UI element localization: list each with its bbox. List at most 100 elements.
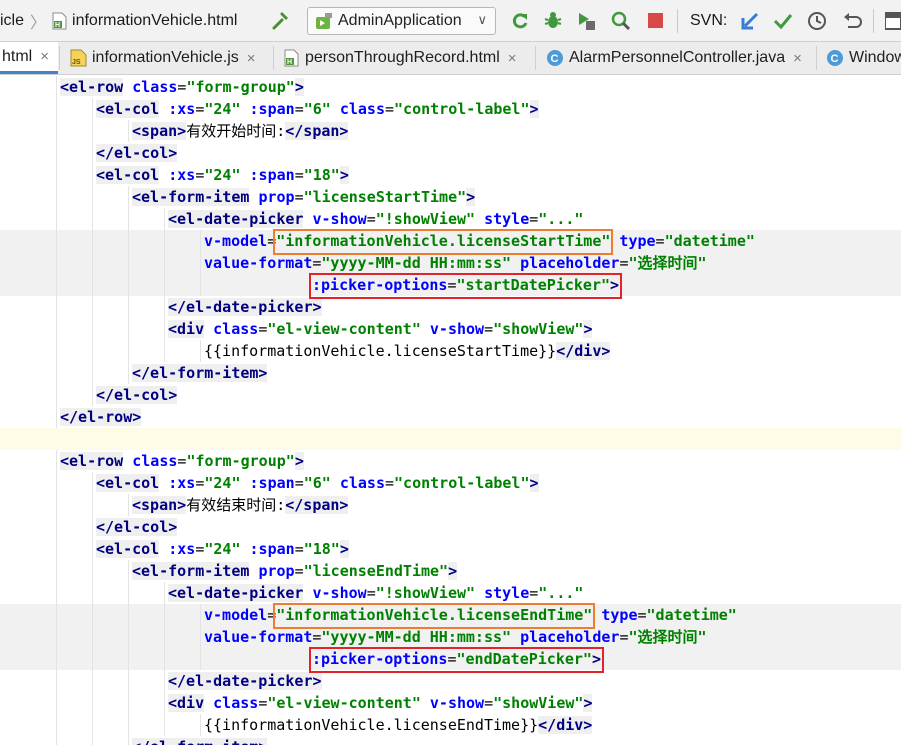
tab-window[interactable]: C Window [826,42,901,74]
indent-guide [56,516,57,538]
indent-guide [92,472,93,494]
code-line[interactable]: {{informationVehicle.licenseEndTime}}</d… [0,714,901,736]
code-line[interactable]: <el-col :xs="24" :span="18"> [0,164,901,186]
code-token: v-show [312,584,367,602]
code-token: = [529,584,539,602]
indent-guide [164,296,165,318]
code-line[interactable]: <el-col :xs="24" :span="6" class="contro… [0,472,901,494]
indent-guide [128,362,129,384]
tab-alarmpersonnelcontroller-java[interactable]: C AlarmPersonnelController.java × [546,42,802,74]
code-line[interactable] [0,428,901,450]
java-class-icon: C [827,50,843,66]
hammer-build-icon[interactable] [271,11,291,31]
code-line[interactable]: <div class="el-view-content" v-show="sho… [0,318,901,340]
indent-guide [56,670,57,692]
code-line[interactable]: <el-date-picker v-show="!showView" style… [0,208,901,230]
code-line[interactable]: <el-form-item prop="licenseEndTime"> [0,560,901,582]
indent-guide [128,208,129,230]
code-line[interactable]: <el-date-picker v-show="!showView" style… [0,582,901,604]
code-line[interactable]: </el-col> [0,516,901,538]
code-line[interactable]: </el-date-picker> [0,296,901,318]
stop-icon[interactable] [648,13,663,28]
breadcrumb-prefix[interactable]: icle [0,12,24,30]
code-line[interactable]: <el-col :xs="24" :span="18"> [0,538,901,560]
close-icon[interactable]: × [508,50,517,67]
indent-guide [128,626,129,648]
tab-informationvehicle-js[interactable]: JS informationVehicle.js × [70,42,256,74]
code-text: </el-date-picker> [168,296,322,318]
code-line[interactable]: </el-col> [0,384,901,406]
indent-guide [200,648,201,670]
code-token: "24" [204,100,241,118]
editor-tab-bar: html × JS informationVehicle.js × H pers… [0,42,901,75]
run-configuration-label: AdminApplication [338,12,462,29]
code-editor[interactable]: <el-row class="form-group"> <el-col :xs="… [0,75,901,745]
svg-text:C: C [831,53,839,65]
code-line[interactable]: </el-date-picker> [0,670,901,692]
code-line[interactable]: <el-col :xs="24" :span="6" class="contro… [0,98,901,120]
code-token: = [258,694,268,712]
code-text: <el-form-item prop="licenseStartTime"> [132,186,476,208]
indent-guide [164,274,165,296]
code-line[interactable]: <el-row class="form-group"> [0,76,901,98]
code-token: </div> [556,342,611,360]
tab-html[interactable]: html × [0,42,58,74]
indent-guide [200,714,201,736]
code-line[interactable]: <el-row class="form-group"> [0,450,901,472]
code-line[interactable]: value-format="yyyy-MM-dd HH:mm:ss" place… [0,626,901,648]
code-line[interactable]: <span>有效开始时间:</span> [0,120,901,142]
spring-boot-icon [316,13,332,29]
debug-bug-icon[interactable] [543,11,563,31]
close-icon[interactable]: × [247,50,256,67]
svn-commit-check-icon[interactable] [773,11,793,31]
code-token: = [366,584,376,602]
svn-update-arrow-icon[interactable] [740,11,760,31]
code-token: </div> [538,716,593,734]
breadcrumb-file[interactable]: informationVehicle.html [72,12,237,30]
indent-guide [128,120,129,142]
close-icon[interactable]: × [793,50,802,67]
code-token: type [601,606,638,624]
chevron-right-icon: 〉 [30,15,47,32]
code-line[interactable]: value-format="yyyy-MM-dd HH:mm:ss" place… [0,252,901,274]
code-line[interactable]: </el-form-item> [0,362,901,384]
code-token: "24" [204,474,241,492]
close-icon[interactable]: × [40,48,49,65]
indent-guide [128,296,129,318]
code-token: {{informationVehicle.licenseEndTime}} [204,716,539,734]
rerun-icon[interactable] [510,11,530,31]
run-configuration-select[interactable]: AdminApplication ∨ [307,7,496,35]
indent-guide [56,560,57,582]
code-token: :xs [168,166,196,184]
code-token: </el-row> [60,408,142,426]
code-line[interactable]: <el-form-item prop="licenseStartTime"> [0,186,901,208]
code-token: "control-label" [394,100,530,118]
code-line[interactable]: </el-form-item> [0,736,901,745]
history-clock-icon[interactable] [807,11,827,31]
tab-divider [535,46,536,70]
project-structure-icon[interactable] [885,11,901,31]
indent-guide [164,318,165,340]
code-token: > [294,78,304,96]
indent-guide [92,186,93,208]
indent-guide [128,318,129,340]
indent-guide [56,538,57,560]
code-line[interactable]: <div class="el-view-content" v-show="sho… [0,692,901,714]
profile-icon[interactable] [611,11,631,31]
revert-icon[interactable] [842,11,862,31]
code-line[interactable]: </el-row> [0,406,901,428]
tab-label: informationVehicle.js [92,49,239,66]
code-line[interactable]: </el-col> [0,142,901,164]
code-token: = [366,210,376,228]
indent-guide [128,494,129,516]
code-line[interactable]: <span>有效结束时间:</span> [0,494,901,516]
tab-personthroughrecord-html[interactable]: H personThroughRecord.html × [284,42,517,74]
indent-guide [92,142,93,164]
indent-guide [56,98,57,120]
tab-divider [816,46,817,70]
code-line[interactable]: {{informationVehicle.licenseStartTime}}<… [0,340,901,362]
code-token: "..." [538,584,584,602]
run-with-coverage-icon[interactable] [577,11,597,31]
